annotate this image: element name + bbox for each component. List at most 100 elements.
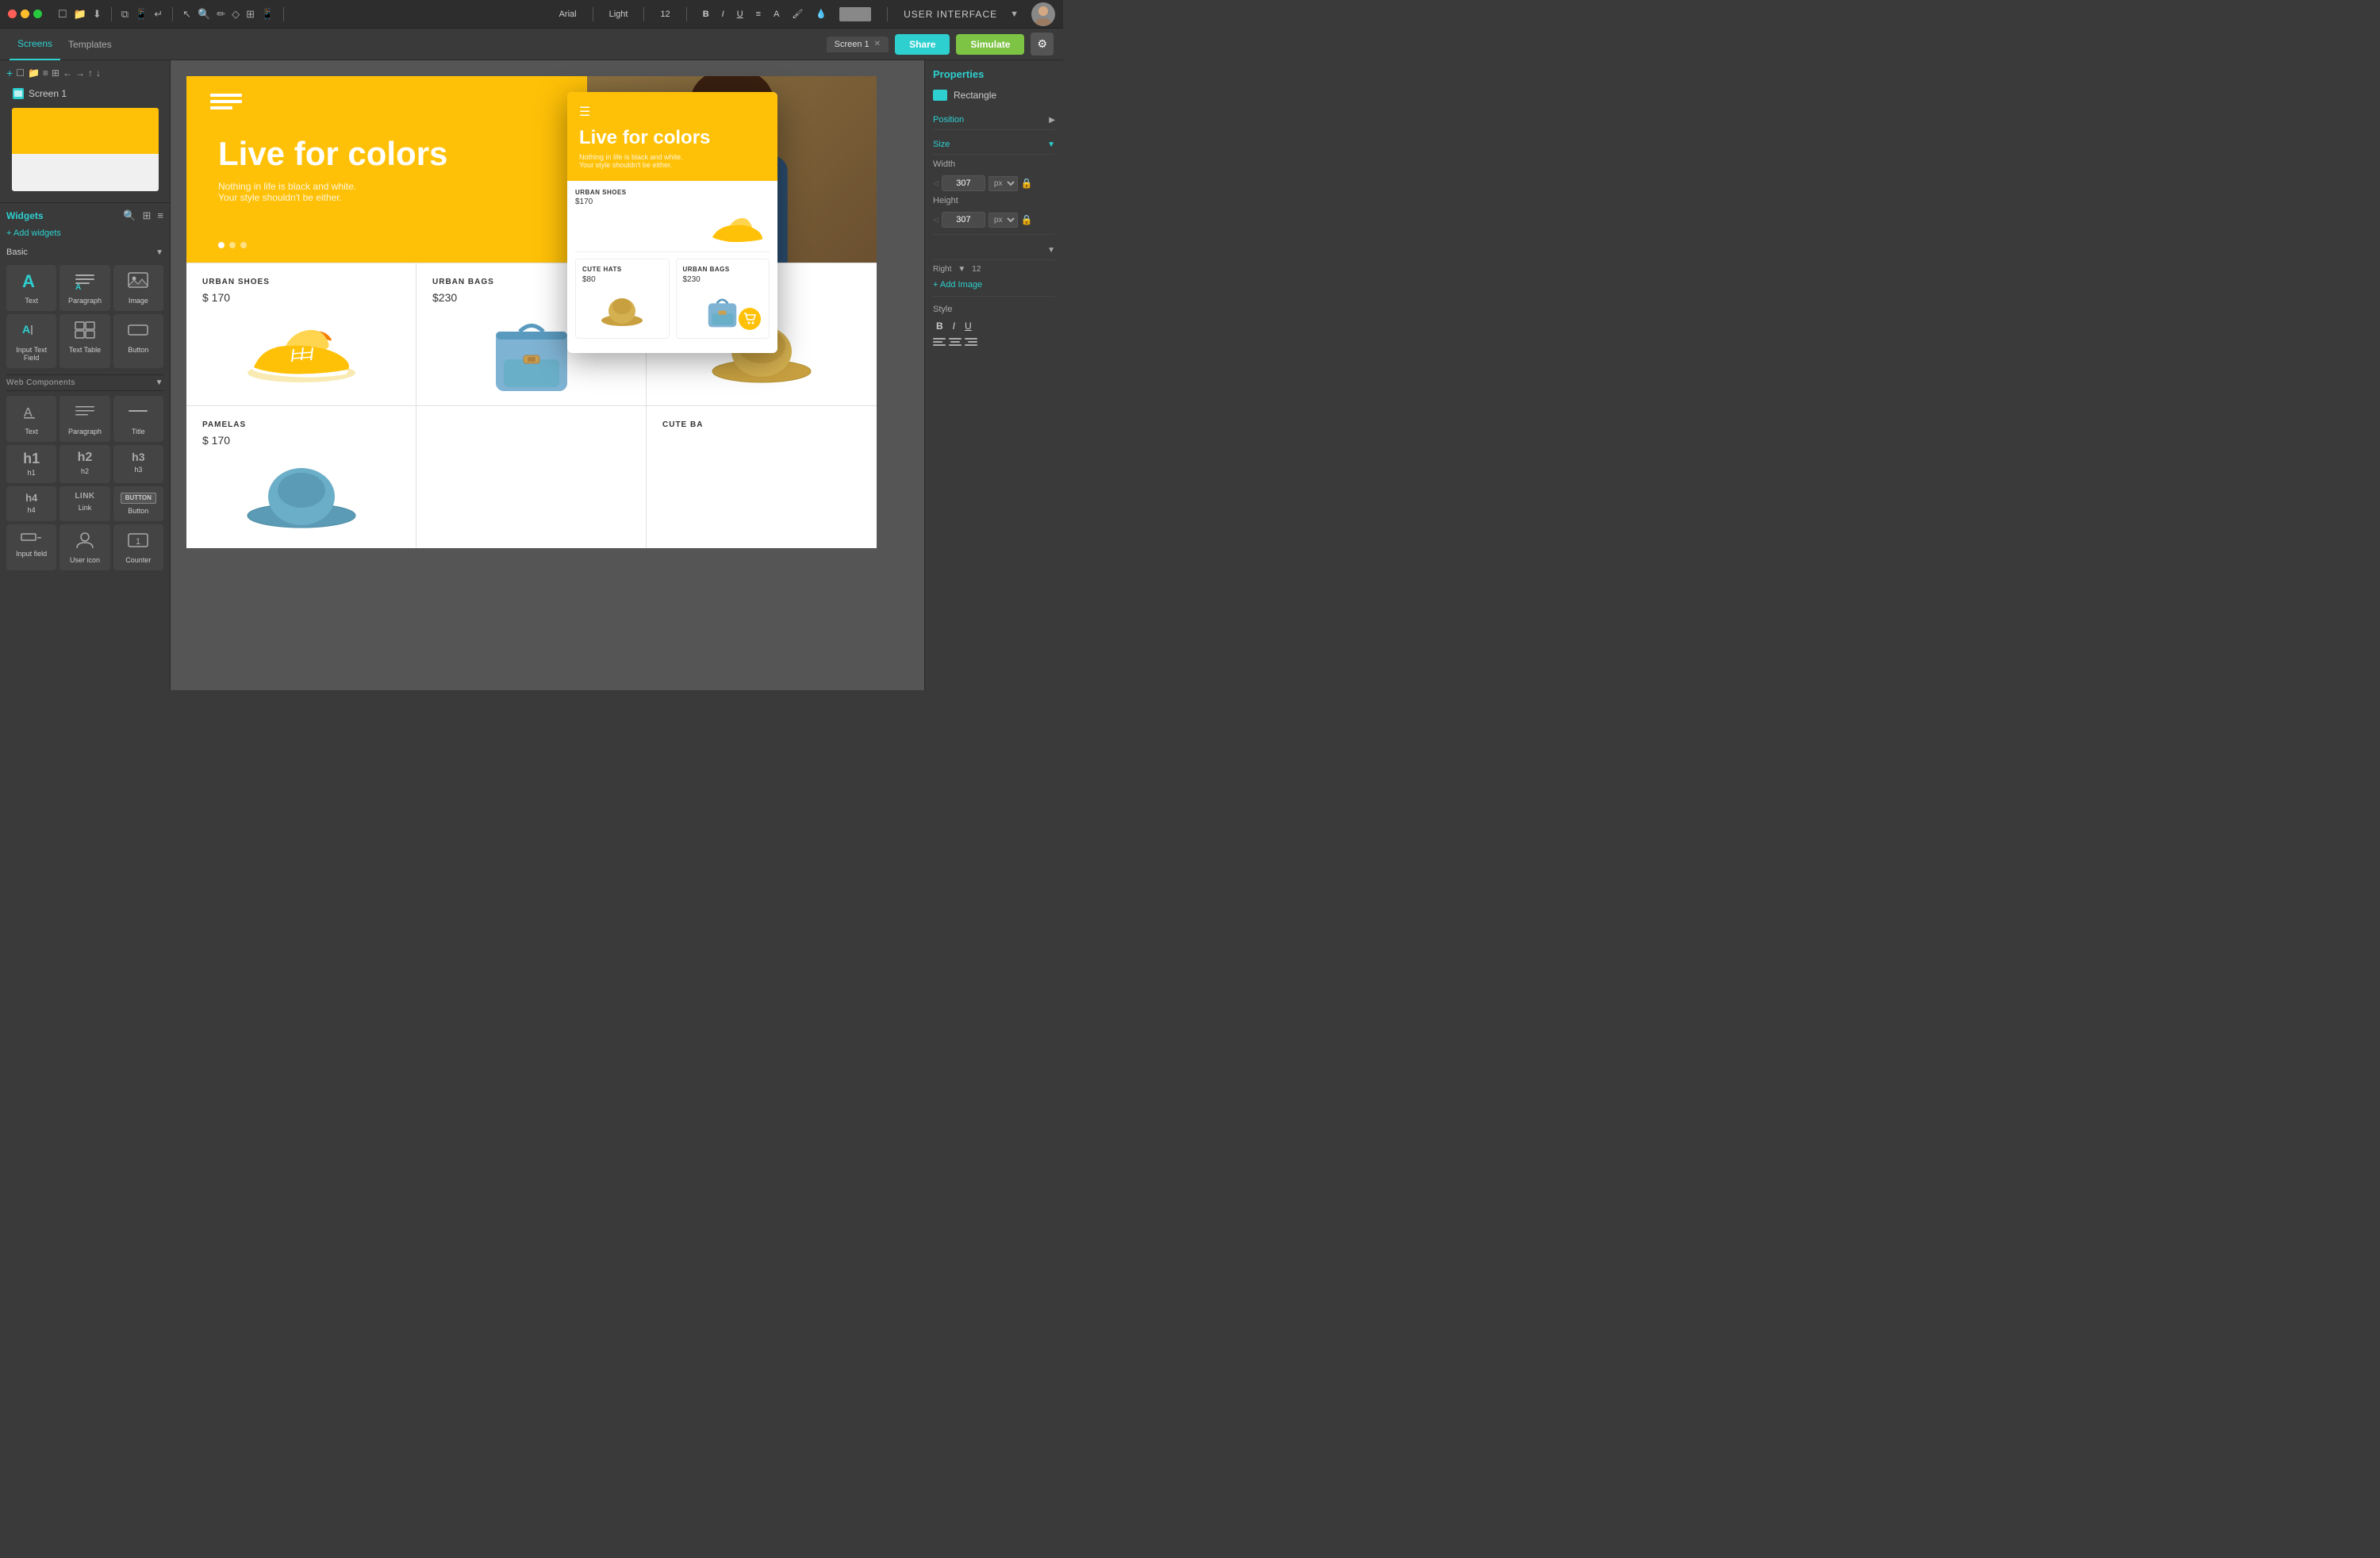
duplicate-icon[interactable]: ⧉: [121, 8, 129, 21]
minimize-button[interactable]: [21, 10, 29, 18]
height-input[interactable]: [942, 212, 985, 228]
product-pamelas[interactable]: PAMELAS $ 170: [186, 406, 416, 548]
width-left-arrow[interactable]: ◁: [933, 179, 939, 188]
share-button[interactable]: Share: [895, 34, 950, 55]
color-swatch[interactable]: [839, 7, 871, 21]
web-widget-text[interactable]: A Text: [6, 396, 56, 442]
dot-2[interactable]: [229, 242, 236, 248]
height-left-arrow[interactable]: ◁: [933, 216, 939, 224]
paint-icon[interactable]: 🖌: [792, 9, 803, 19]
sidebar-top: + ☐ 📁 ≡ ⊞ ← → ↑ ↓ Screen 1: [0, 60, 170, 203]
add-image-button[interactable]: + Add Image: [933, 280, 1055, 290]
width-lock-icon[interactable]: 🔒: [1021, 178, 1033, 189]
height-unit-select[interactable]: px %: [988, 213, 1018, 228]
web-components-section-header[interactable]: Web Components ▼: [6, 374, 163, 391]
align-right-button[interactable]: [965, 338, 977, 350]
web-widget-paragraph[interactable]: Paragraph: [60, 396, 109, 442]
web-widget-title[interactable]: Title: [113, 396, 163, 442]
arrow-icon[interactable]: ↵: [154, 8, 163, 21]
grid-view-icon[interactable]: ⊞: [52, 67, 60, 79]
tab-templates[interactable]: Templates: [60, 29, 120, 60]
underline-icon[interactable]: U: [737, 10, 743, 19]
screen-tab-close-icon[interactable]: ✕: [874, 40, 881, 48]
widget-text-table[interactable]: Text Table: [60, 314, 109, 368]
widget-input-text-field[interactable]: A Input Text Field: [6, 314, 56, 368]
add-screen-icon[interactable]: +: [6, 67, 13, 79]
text-color-icon[interactable]: A: [774, 10, 779, 19]
nav-up-icon[interactable]: ↑: [88, 67, 93, 79]
nav-right-icon[interactable]: →: [75, 67, 85, 79]
web-widget-button[interactable]: BUTTON Button: [113, 486, 163, 521]
web-widget-input-field[interactable]: Input field: [6, 524, 56, 570]
web-widget-link[interactable]: LINK Link: [60, 486, 109, 521]
tab-screens[interactable]: Screens: [10, 29, 60, 60]
grid-widgets-icon[interactable]: ⊞: [143, 209, 152, 222]
nav-left-icon[interactable]: ←: [63, 67, 72, 79]
mobile-urban-bags[interactable]: URBAN BAGS $230: [676, 259, 770, 339]
list-widgets-icon[interactable]: ≡: [157, 209, 163, 222]
collapsed-section[interactable]: ▼: [933, 241, 1055, 260]
fill-icon[interactable]: 💧: [816, 9, 827, 19]
mobile-cute-hats[interactable]: CUTE HATS $80: [575, 259, 670, 339]
bold-style-button[interactable]: B: [933, 319, 946, 333]
web-widget-h2[interactable]: h2 h2: [60, 445, 109, 483]
mobile-menu-icon[interactable]: ☰: [579, 104, 766, 120]
widget-paragraph[interactable]: A Paragraph: [60, 265, 109, 311]
product-urban-shoes[interactable]: URBAN SHOES $ 170: [186, 263, 416, 405]
nav-down-icon[interactable]: ↓: [96, 67, 101, 79]
canvas-area[interactable]: NEW OVERVIEW GALLERY CONTACT Live for co…: [171, 60, 924, 690]
basic-section-header[interactable]: Basic ▼: [6, 246, 163, 259]
cursor-icon[interactable]: ↖: [182, 8, 191, 21]
basic-chevron-icon: ▼: [155, 248, 163, 257]
select-icon[interactable]: ⊞: [246, 8, 255, 21]
device2-icon[interactable]: 📱: [261, 8, 274, 21]
widget-button[interactable]: Button: [113, 314, 163, 368]
widget-text[interactable]: A Text: [6, 265, 56, 311]
add-widgets-button[interactable]: + Add widgets: [6, 228, 163, 238]
align-center-button[interactable]: [949, 338, 962, 350]
import-icon[interactable]: 📁: [28, 67, 40, 79]
italic-style-button[interactable]: I: [950, 319, 958, 333]
pen-icon[interactable]: ✏: [217, 8, 225, 21]
width-unit-select[interactable]: px %: [988, 176, 1018, 191]
web-widget-user-icon[interactable]: User icon: [60, 524, 109, 570]
screen-1-item[interactable]: Screen 1: [6, 84, 163, 103]
user-avatar[interactable]: [1031, 2, 1055, 26]
maximize-button[interactable]: [33, 10, 42, 18]
save-icon[interactable]: ⬇: [93, 8, 102, 21]
project-dropdown-icon[interactable]: ▼: [1010, 10, 1019, 19]
widget-image[interactable]: Image: [113, 265, 163, 311]
width-input[interactable]: [942, 175, 985, 191]
web-widget-counter[interactable]: 1 Counter: [113, 524, 163, 570]
device-icon[interactable]: 📱: [135, 8, 148, 21]
size-section[interactable]: Size ▼: [933, 135, 1055, 155]
web-h1-icon: h1: [23, 451, 40, 466]
screen-tab[interactable]: Screen 1 ✕: [827, 36, 889, 52]
bold-icon[interactable]: B: [703, 10, 709, 19]
list-view-icon[interactable]: ≡: [43, 67, 48, 79]
new-file-icon[interactable]: ☐: [58, 8, 67, 21]
simulate-button[interactable]: Simulate: [956, 34, 1024, 55]
web-widget-h4[interactable]: h4 h4: [6, 486, 56, 521]
screen-type-icon[interactable]: ☐: [16, 67, 25, 79]
dot-3[interactable]: [240, 242, 247, 248]
italic-icon[interactable]: I: [722, 10, 724, 19]
close-button[interactable]: [8, 10, 17, 18]
product-cute-bags[interactable]: CUTE BA: [647, 406, 877, 548]
web-widget-h1[interactable]: h1 h1: [6, 445, 56, 483]
align-left-button[interactable]: [933, 338, 946, 350]
dot-1[interactable]: [218, 242, 225, 248]
shape-icon[interactable]: ◇: [232, 8, 240, 21]
web-widget-h3[interactable]: h3 h3: [113, 445, 163, 483]
align-icon[interactable]: ≡: [756, 10, 761, 19]
mobile-hero-sub-2: Your style shouldn't be either.: [579, 161, 766, 169]
settings-button[interactable]: ⚙: [1031, 33, 1054, 56]
mobile-bags-name: URBAN BAGS: [683, 266, 763, 273]
open-icon[interactable]: 📁: [74, 8, 86, 21]
zoom-icon[interactable]: 🔍: [198, 8, 210, 21]
underline-style-button[interactable]: U: [962, 319, 975, 333]
search-widgets-icon[interactable]: 🔍: [123, 209, 136, 222]
height-lock-icon[interactable]: 🔒: [1021, 214, 1033, 225]
svg-text:A: A: [22, 271, 35, 290]
position-section[interactable]: Position ▶: [933, 110, 1055, 130]
